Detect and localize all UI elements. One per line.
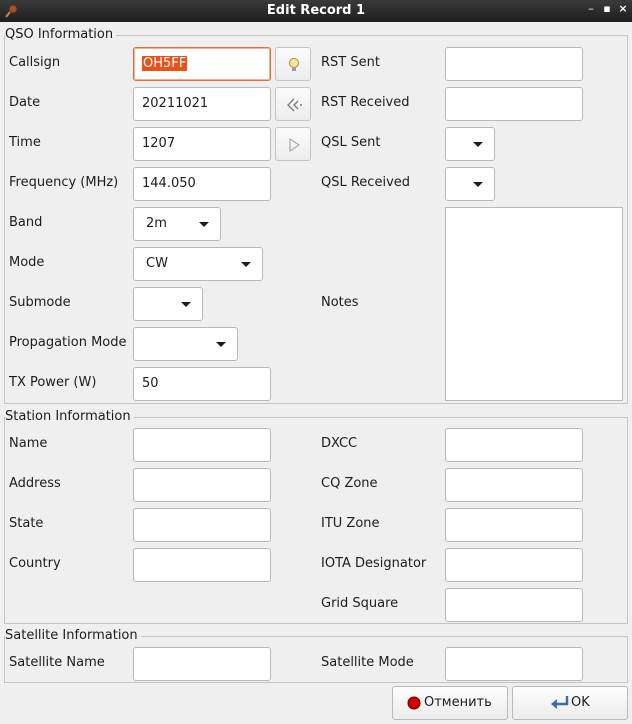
date-input[interactable]: 20211021	[133, 87, 271, 121]
qso-information-legend: QSO Information	[5, 27, 117, 43]
propagation-mode-select[interactable]	[133, 327, 238, 361]
callsign-value: OH5FF	[142, 56, 188, 71]
state-input[interactable]	[133, 508, 271, 542]
name-label: Name	[9, 436, 48, 451]
callsign-lookup-button[interactable]	[275, 47, 311, 81]
lightbulb-icon	[289, 58, 299, 71]
tx-power-input[interactable]: 50	[133, 367, 271, 401]
ok-button-label: OK	[571, 695, 590, 710]
station-information-legend: Station Information	[5, 409, 134, 425]
title-bar: Edit Record 1 – ▪ ×	[0, 0, 632, 22]
mode-select[interactable]: CW	[133, 247, 263, 281]
band-select[interactable]: 2m	[133, 207, 221, 241]
chevron-down-icon	[473, 142, 483, 147]
band-label: Band	[9, 215, 43, 230]
maximize-button[interactable]: ▪	[599, 2, 615, 20]
frequency-label: Frequency (MHz)	[9, 175, 119, 190]
dxcc-label: DXCC	[321, 436, 358, 451]
callsign-input[interactable]: OH5FF	[133, 47, 271, 81]
chevron-down-icon	[181, 302, 191, 307]
dxcc-input[interactable]	[445, 428, 583, 462]
stop-circle-icon	[407, 696, 421, 710]
rst-sent-label: RST Sent	[321, 55, 380, 70]
callsign-label: Callsign	[9, 55, 61, 70]
qsl-received-label: QSL Received	[321, 175, 411, 190]
name-input[interactable]	[133, 428, 271, 462]
address-label: Address	[9, 476, 61, 491]
submode-label: Submode	[9, 295, 71, 310]
qsl-received-select[interactable]	[445, 167, 495, 201]
date-label: Date	[9, 95, 41, 110]
chevron-down-icon	[216, 342, 226, 347]
qsl-sent-label: QSL Sent	[321, 135, 381, 150]
satellite-name-input[interactable]	[133, 647, 271, 681]
back-arrow-icon	[287, 98, 302, 112]
iota-designator-input[interactable]	[445, 548, 583, 582]
ok-button[interactable]: OK	[512, 686, 628, 720]
satellite-information-legend: Satellite Information	[5, 628, 141, 644]
grid-square-input[interactable]	[445, 588, 583, 622]
close-button[interactable]: ×	[615, 2, 631, 20]
qsl-sent-select[interactable]	[445, 127, 495, 161]
submode-select[interactable]	[133, 287, 203, 321]
chevron-down-icon	[473, 182, 483, 187]
address-input[interactable]	[133, 468, 271, 502]
notes-label: Notes	[321, 295, 359, 310]
time-input[interactable]: 1207	[133, 127, 271, 161]
satellite-mode-input[interactable]	[445, 647, 583, 681]
rst-sent-input[interactable]	[445, 47, 583, 81]
frequency-input[interactable]: 144.050	[133, 167, 271, 201]
time-label: Time	[9, 135, 41, 150]
grid-square-label: Grid Square	[321, 596, 399, 611]
itu-zone-label: ITU Zone	[321, 516, 380, 531]
state-label: State	[9, 516, 44, 531]
cancel-button-label: Отменить	[424, 695, 492, 710]
chevron-down-icon	[199, 222, 209, 227]
notes-textarea[interactable]	[445, 207, 623, 401]
time-now-button[interactable]	[275, 127, 311, 161]
cq-zone-input[interactable]	[445, 468, 583, 502]
propagation-mode-label: Propagation Mode	[9, 335, 127, 350]
play-icon	[289, 138, 300, 152]
cancel-button[interactable]: Отменить	[392, 686, 508, 720]
chevron-down-icon	[241, 262, 251, 267]
edit-record-dialog: Edit Record 1 – ▪ × QSO Information Call…	[0, 0, 632, 724]
band-value: 2m	[146, 216, 167, 231]
rst-received-label: RST Received	[321, 95, 410, 110]
mode-label: Mode	[9, 255, 45, 270]
iota-designator-label: IOTA Designator	[321, 556, 427, 571]
minimize-button[interactable]: –	[583, 2, 599, 20]
window-title: Edit Record 1	[266, 3, 366, 18]
date-now-button[interactable]	[275, 87, 311, 121]
tx-power-label: TX Power (W)	[9, 375, 97, 390]
rst-received-input[interactable]	[445, 87, 583, 121]
country-label: Country	[9, 556, 61, 571]
itu-zone-input[interactable]	[445, 508, 583, 542]
mode-value: CW	[146, 256, 168, 271]
satellite-mode-label: Satellite Mode	[321, 655, 414, 670]
country-input[interactable]	[133, 548, 271, 582]
satellite-name-label: Satellite Name	[9, 655, 105, 670]
cq-zone-label: CQ Zone	[321, 476, 378, 491]
enter-arrow-icon	[551, 696, 569, 709]
